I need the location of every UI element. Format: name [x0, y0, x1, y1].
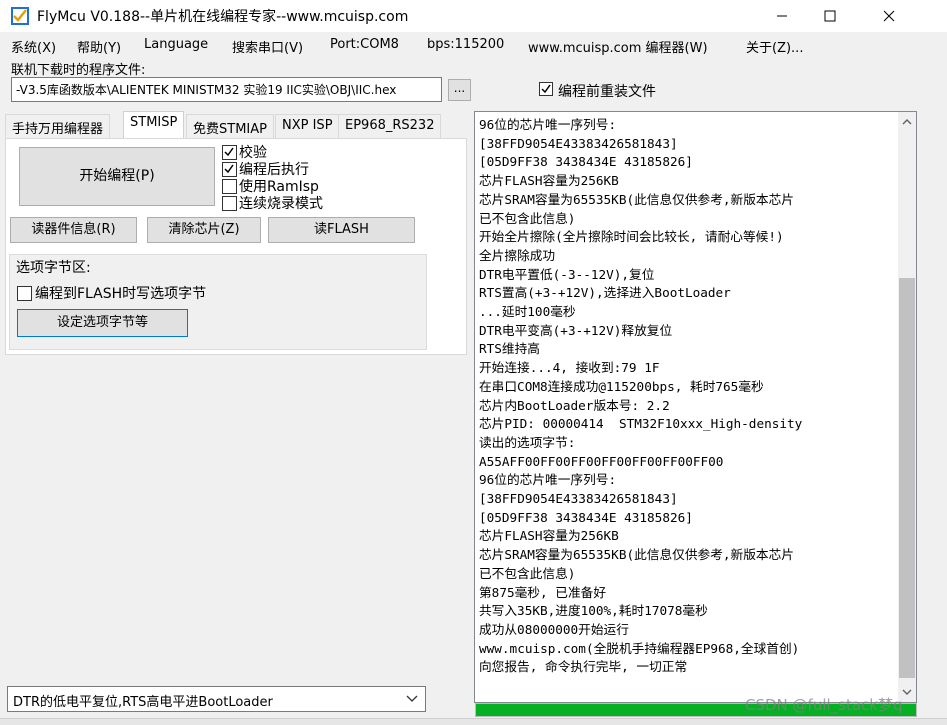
- log-line: 开始全片擦除(全片擦除时间会比较长, 请耐心等候!): [479, 229, 784, 245]
- verify-checkbox[interactable]: [222, 145, 237, 160]
- log-line: 第875毫秒, 已准备好: [479, 584, 607, 600]
- maximize-icon: [824, 10, 836, 22]
- tab-nxp-isp[interactable]: NXP ISP: [275, 114, 340, 138]
- reload-file-label: 编程前重装文件: [558, 84, 656, 100]
- close-button[interactable]: [866, 0, 912, 32]
- menu-programmer[interactable]: www.mcuisp.com 编程器(W): [528, 37, 708, 56]
- log-line: 共写入35KB,进度100%,耗时17078毫秒: [479, 603, 708, 619]
- read-device-info-button[interactable]: 读器件信息(R): [10, 217, 137, 243]
- run-after-program-checkbox[interactable]: [222, 162, 237, 177]
- write-option-bytes-label: 编程到FLASH时写选项字节: [35, 286, 207, 302]
- log-line: A55AFF00FF00FF00FF00FF00FF00FF00: [479, 453, 724, 469]
- minimize-icon: [777, 15, 787, 17]
- log-line: 成功从08000000开始运行: [479, 621, 629, 637]
- log-line: 芯片FLASH容量为256KB: [479, 528, 619, 544]
- log-line: 96位的芯片唯一序列号:: [479, 472, 617, 488]
- log-text: 96位的芯片唯一序列号: [38FFD9054E43383426581843] [0…: [479, 116, 895, 691]
- file-path-input[interactable]: -V3.5库函数版本\ALIENTEK MINISTM32 实验19 IIC实验…: [11, 77, 442, 102]
- log-line: www.mcuisp.com(全脱机手持编程器EP968,全球首创): [479, 640, 800, 656]
- app-logo-icon: [11, 7, 29, 25]
- check-icon: [541, 84, 551, 94]
- log-line: [05D9FF38 3438434E 43185826]: [479, 509, 693, 525]
- chevron-down-icon[interactable]: [404, 692, 420, 706]
- log-line: 芯片内BootLoader版本号: 2.2: [479, 397, 670, 413]
- start-programming-button[interactable]: 开始编程(P): [19, 147, 215, 206]
- menu-bps[interactable]: bps:115200: [427, 37, 504, 52]
- log-line: 读出的选项字节:: [479, 434, 576, 450]
- log-line: 在串口COM8连接成功@115200bps, 耗时765毫秒: [479, 378, 764, 394]
- log-line: 已不包含此信息): [479, 210, 576, 226]
- menu-search-port[interactable]: 搜索串口(V): [232, 37, 303, 56]
- set-option-bytes-button[interactable]: 设定选项字节等: [17, 309, 188, 337]
- check-icon: [224, 164, 234, 174]
- menu-language[interactable]: Language: [144, 37, 208, 52]
- tab-ep968-rs232[interactable]: EP968_RS232: [338, 114, 442, 138]
- log-line: RTS置高(+3-+12V),选择进入BootLoader: [479, 285, 731, 301]
- reload-file-checkbox[interactable]: [539, 82, 553, 96]
- log-line: DTR电平置低(-3--12V),复位: [479, 266, 655, 282]
- continuous-burn-label: 连续烧录模式: [239, 196, 323, 212]
- log-line: 芯片SRAM容量为65535KB(此信息仅供参考,新版本芯片: [479, 191, 794, 207]
- tab-stmisp[interactable]: STMISP: [123, 111, 185, 139]
- reset-mode-select[interactable]: DTR的低电平复位,RTS高电平进BootLoader: [7, 686, 426, 712]
- log-line: [38FFD9054E43383426581843]: [479, 135, 678, 151]
- write-option-bytes-checkbox[interactable]: [17, 286, 32, 301]
- erase-chip-button[interactable]: 清除芯片(Z): [147, 217, 261, 243]
- log-line: RTS维持高: [479, 341, 540, 357]
- scrollbar-thumb[interactable]: [899, 278, 915, 678]
- log-line: 已不包含此信息): [479, 565, 576, 581]
- log-line: 向您报告, 命令执行完毕, 一切正常: [479, 659, 688, 675]
- read-flash-button[interactable]: 读FLASH: [268, 217, 415, 243]
- scroll-up-icon[interactable]: [898, 113, 916, 131]
- browse-button[interactable]: ...: [448, 79, 471, 101]
- log-line: [05D9FF38 3438434E 43185826]: [479, 154, 693, 170]
- menu-about[interactable]: 关于(Z)...: [746, 37, 803, 56]
- log-line: ...延时100毫秒: [479, 304, 576, 320]
- minimize-button[interactable]: [759, 0, 805, 32]
- log-line: 96位的芯片唯一序列号:: [479, 117, 617, 132]
- status-strip: [0, 718, 947, 725]
- file-label: 联机下载时的程序文件:: [11, 63, 146, 78]
- close-icon: [883, 10, 895, 22]
- tab-handheld-programmer[interactable]: 手持万用编程器: [5, 114, 111, 138]
- check-icon: [224, 147, 234, 157]
- menu-system[interactable]: 系统(X): [11, 37, 56, 56]
- continuous-burn-checkbox[interactable]: [222, 196, 237, 211]
- log-line: 全片擦除成功: [479, 247, 556, 263]
- menu-help[interactable]: 帮助(Y): [77, 37, 121, 56]
- log-line: 开始连接...4, 接收到:79 1F: [479, 360, 660, 376]
- log-line: 芯片FLASH容量为256KB: [479, 173, 619, 189]
- log-line: 芯片SRAM容量为65535KB(此信息仅供参考,新版本芯片: [479, 547, 794, 563]
- log-line: DTR电平变高(+3-+12V)释放复位: [479, 322, 673, 338]
- log-line: 芯片PID: 00000414 STM32F10xxx_High-density: [479, 416, 803, 432]
- menu-port[interactable]: Port:COM8: [330, 37, 399, 52]
- log-line: [38FFD9054E43383426581843]: [479, 491, 678, 507]
- option-bytes-title: 选项字节区:: [16, 260, 91, 276]
- tab-free-stmiap[interactable]: 免费STMIAP: [186, 114, 274, 138]
- watermark: CSDN @full_stack梦q: [745, 696, 903, 714]
- use-ramisp-checkbox[interactable]: [222, 179, 237, 194]
- window-title: FlyMcu V0.188--单片机在线编程专家--www.mcuisp.com: [37, 9, 409, 25]
- maximize-button[interactable]: [807, 0, 853, 32]
